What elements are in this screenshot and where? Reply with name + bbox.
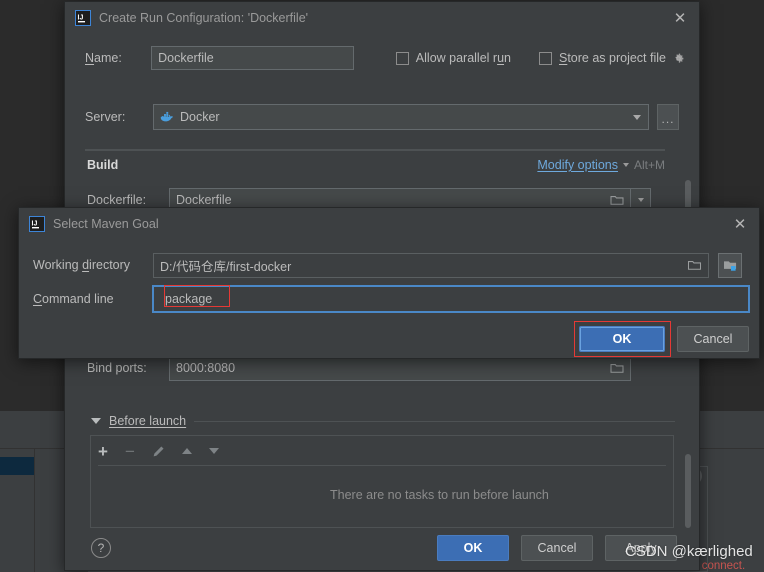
build-section-header: Build Modify options Alt+M [87, 156, 665, 174]
store-as-project-file-checkbox[interactable]: Store as project file [538, 51, 666, 65]
modify-options-shortcut: Alt+M [633, 158, 665, 172]
close-icon[interactable]: ✕ [727, 211, 753, 237]
remove-task-button[interactable]: − [125, 443, 135, 460]
bind-ports-input[interactable]: 8000:8080 [169, 355, 631, 381]
run-config-footer: ? OK Cancel Apply [91, 535, 677, 561]
run-config-title-bar: IJ Create Run Configuration: 'Dockerfile… [65, 2, 699, 34]
csdn-watermark: CSDN @kærlighed [625, 543, 753, 560]
ide-selected-row[interactable] [0, 457, 34, 475]
working-directory-label: Working directory [33, 258, 131, 272]
name-input[interactable]: Dockerfile [151, 46, 354, 70]
select-maven-goal-dialog: IJ Select Maven Goal ✕ Working directory… [18, 207, 760, 359]
intellij-idea-icon: IJ [75, 10, 91, 26]
store-as-project-file-label: Store as project file [558, 51, 666, 65]
before-launch-toolbar: + − [98, 439, 278, 463]
before-launch-empty-text: There are no tasks to run before launch [330, 488, 549, 502]
scrollbar-thumb-lower[interactable] [685, 454, 691, 528]
svg-text:IJ: IJ [78, 15, 84, 22]
run-config-title: Create Run Configuration: 'Dockerfile' [99, 11, 309, 25]
server-dropdown[interactable]: Docker [153, 104, 649, 130]
ide-vertical-divider [34, 449, 35, 572]
modify-options-link[interactable]: Modify options [537, 158, 618, 172]
chevron-down-icon[interactable] [626, 105, 648, 129]
name-label: Name: [85, 51, 122, 65]
folder-icon[interactable] [610, 194, 624, 206]
folder-icon[interactable] [610, 362, 624, 374]
command-line-row: Command line package [33, 286, 749, 312]
arrow-up-icon[interactable] [181, 448, 192, 454]
dockerfile-label: Dockerfile: [87, 193, 147, 207]
cancel-button[interactable]: Cancel [521, 535, 593, 561]
folder-icon[interactable] [687, 259, 702, 271]
server-browse-button[interactable]: ... [657, 104, 679, 130]
arrow-down-icon[interactable] [208, 448, 219, 454]
maven-goal-footer: OK Cancel [579, 326, 749, 352]
working-directory-input[interactable]: D:/代码仓库/first-docker [153, 252, 709, 278]
docker-icon [160, 110, 174, 124]
before-launch-header[interactable]: Before launch [91, 413, 675, 429]
gear-icon[interactable] [672, 52, 685, 65]
intellij-idea-icon: IJ [29, 216, 45, 232]
allow-parallel-run-label: Allow parallel run [415, 51, 511, 65]
cancel-button[interactable]: Cancel [677, 326, 749, 352]
collapse-arrow-icon[interactable] [91, 418, 101, 424]
add-task-button[interactable]: + [98, 443, 108, 460]
before-launch-label: Before launch [109, 414, 187, 428]
toolbar-separator [98, 465, 666, 466]
command-line-label: Command line [33, 292, 114, 306]
chevron-down-icon[interactable] [622, 163, 629, 167]
build-section-separator [85, 149, 665, 151]
command-line-input[interactable]: package [153, 286, 749, 312]
command-line-value: package [165, 292, 213, 306]
checkbox-box [395, 51, 409, 65]
server-value: Docker [180, 110, 220, 124]
build-section-title: Build [87, 158, 119, 172]
working-directory-row: Working directory D:/代码仓库/first-docker [33, 252, 749, 278]
maven-goal-title-bar: IJ Select Maven Goal ✕ [19, 208, 759, 240]
folder-module-icon[interactable] [718, 252, 742, 278]
pencil-icon[interactable] [152, 445, 165, 458]
checkbox-box [538, 51, 552, 65]
ok-button[interactable]: OK [579, 326, 665, 352]
maven-goal-title: Select Maven Goal [53, 217, 159, 231]
close-icon[interactable]: ✕ [667, 5, 693, 31]
server-row: Server: Docker ... [85, 103, 685, 131]
ok-button[interactable]: OK [437, 535, 509, 561]
name-row: Name: Dockerfile Allow parallel run Stor… [85, 45, 685, 71]
server-label: Server: [85, 110, 126, 124]
bind-ports-label: Bind ports: [87, 361, 147, 375]
allow-parallel-run-checkbox[interactable]: Allow parallel run [395, 51, 511, 65]
svg-text:IJ: IJ [32, 221, 38, 228]
help-button[interactable]: ? [91, 538, 111, 558]
